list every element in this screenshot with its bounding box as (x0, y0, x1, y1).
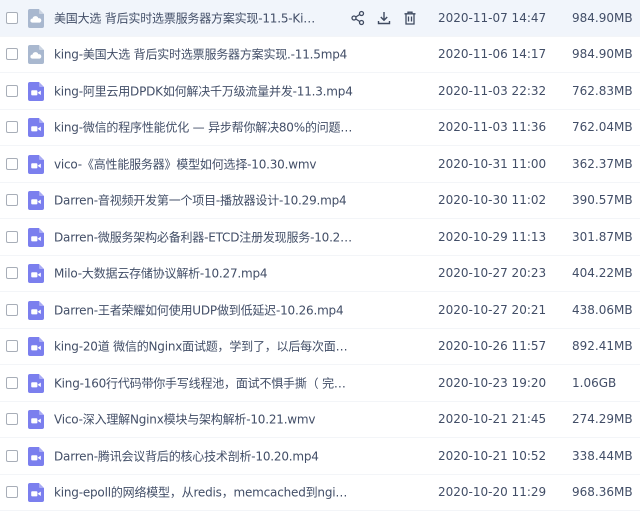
video-file-icon (28, 483, 44, 503)
row-checkbox[interactable] (6, 303, 18, 316)
row-checkbox[interactable] (6, 230, 18, 243)
file-name[interactable]: Milo-大数据云存储协议解析-10.27.mp4 (54, 265, 354, 282)
file-name[interactable]: king-阿里云用DPDK如何解决千万级流量并发-11.3.mp4 (54, 82, 354, 99)
row-checkbox[interactable] (6, 340, 18, 353)
file-name[interactable]: 美国大选 背后实时选票服务器方案实现-11.5-Kingm... (54, 9, 319, 26)
file-size: 390.57MB (572, 193, 633, 208)
file-row[interactable]: vico-《高性能服务器》模型如何选择-10.30.wmv 2020-10-31… (0, 146, 640, 183)
video-file-icon (28, 227, 44, 247)
file-date: 2020-11-06 14:17 (438, 47, 547, 62)
share-icon[interactable] (350, 10, 366, 26)
file-name[interactable]: king-微信的程序性能优化 — 异步帮你解决80%的问题-11.2.mp4 (54, 119, 354, 136)
file-date: 2020-10-27 20:21 (438, 302, 547, 317)
file-date: 2020-11-03 22:32 (438, 83, 547, 98)
file-size: 404.22MB (572, 266, 633, 281)
file-date: 2020-11-03 11:36 (438, 120, 547, 135)
file-name[interactable]: Darren-王者荣耀如何使用UDP做到低延迟-10.26.mp4 (54, 301, 354, 318)
file-row[interactable]: Vico-深入理解Nginx模块与架构解析-10.21.wmv 2020-10-… (0, 402, 640, 438)
file-date: 2020-10-26 11:57 (438, 339, 547, 354)
row-checkbox[interactable] (6, 121, 18, 134)
file-size: 1.06GB (572, 375, 617, 390)
video-file-icon (28, 373, 44, 393)
file-date: 2020-10-30 11:02 (438, 193, 547, 208)
file-name[interactable]: Darren-腾讯会议背后的核心技术剖析-10.20.mp4 (54, 447, 354, 464)
file-size: 762.04MB (572, 120, 633, 135)
file-row[interactable]: Milo-大数据云存储协议解析-10.27.mp4 2020-10-27 20:… (0, 256, 640, 292)
file-size: 762.83MB (572, 83, 633, 98)
file-date: 2020-10-20 11:29 (438, 485, 547, 500)
video-file-icon (28, 81, 44, 101)
file-row[interactable]: king-微信的程序性能优化 — 异步帮你解决80%的问题-11.2.mp4 2… (0, 110, 640, 146)
row-checkbox[interactable] (6, 376, 18, 389)
file-list: 美国大选 背后实时选票服务器方案实现-11.5-Kingm... 2020-11… (0, 0, 640, 511)
file-row[interactable]: king-epoll的网络模型，从redis，memcached到nginx-1… (0, 475, 640, 511)
video-file-icon (28, 410, 44, 430)
file-size: 362.37MB (572, 156, 633, 171)
row-checkbox[interactable] (6, 48, 18, 61)
file-row[interactable]: Darren-王者荣耀如何使用UDP做到低延迟-10.26.mp4 2020-1… (0, 292, 640, 329)
download-icon[interactable] (376, 10, 392, 26)
row-actions (350, 10, 418, 26)
file-size: 984.90MB (572, 47, 633, 62)
file-row[interactable]: King-160行代码带你手写线程池，面试不惧手撕（ 完整版）-10.22.mp… (0, 365, 640, 402)
file-date: 2020-10-21 10:52 (438, 448, 547, 463)
row-checkbox[interactable] (6, 413, 18, 426)
file-name[interactable]: Vico-深入理解Nginx模块与架构解析-10.21.wmv (54, 411, 354, 428)
video-file-icon (28, 154, 44, 174)
file-date: 2020-10-29 11:13 (438, 229, 547, 244)
file-name[interactable]: Darren-微服务架构必备利器-ETCD注册发现服务-10.29.mp4 (54, 228, 354, 245)
video-file-icon (28, 118, 44, 138)
file-size: 968.36MB (572, 485, 633, 500)
file-size: 892.41MB (572, 339, 633, 354)
cloud-file-icon (28, 8, 44, 28)
row-checkbox[interactable] (6, 486, 18, 499)
file-size: 301.87MB (572, 229, 633, 244)
file-row[interactable]: 美国大选 背后实时选票服务器方案实现-11.5-Kingm... 2020-11… (0, 0, 640, 37)
file-size: 338.44MB (572, 448, 633, 463)
video-file-icon (28, 300, 44, 320)
file-name[interactable]: king-20道 微信的Nginx面试题，学到了，以后每次面试都聊-10.24.… (54, 338, 354, 355)
file-name[interactable]: Darren-音视频开发第一个项目-播放器设计-10.29.mp4 (54, 192, 354, 209)
row-checkbox[interactable] (6, 157, 18, 170)
file-date: 2020-10-23 19:20 (438, 375, 547, 390)
video-file-icon (28, 191, 44, 211)
video-file-icon (28, 264, 44, 284)
file-name[interactable]: King-160行代码带你手写线程池，面试不惧手撕（ 完整版）-10.22.mp… (54, 374, 354, 391)
row-checkbox[interactable] (6, 194, 18, 207)
file-name[interactable]: king-epoll的网络模型，从redis，memcached到nginx-1… (54, 484, 354, 501)
row-checkbox[interactable] (6, 11, 18, 24)
file-date: 2020-10-27 20:23 (438, 266, 547, 281)
file-row[interactable]: Darren-音视频开发第一个项目-播放器设计-10.29.mp4 2020-1… (0, 183, 640, 219)
row-checkbox[interactable] (6, 449, 18, 462)
file-row[interactable]: king-阿里云用DPDK如何解决千万级流量并发-11.3.mp4 2020-1… (0, 73, 640, 110)
file-date: 2020-10-21 21:45 (438, 412, 547, 427)
file-date: 2020-10-31 11:00 (438, 156, 547, 171)
file-size: 274.29MB (572, 412, 633, 427)
file-size: 438.06MB (572, 302, 633, 317)
cloud-file-icon (28, 45, 44, 65)
file-size: 984.90MB (572, 10, 633, 25)
file-row[interactable]: king-美国大选 背后实时选票服务器方案实现.-11.5mp4 2020-11… (0, 37, 640, 73)
video-file-icon (28, 446, 44, 466)
row-checkbox[interactable] (6, 84, 18, 97)
file-row[interactable]: Darren-微服务架构必备利器-ETCD注册发现服务-10.29.mp4 20… (0, 219, 640, 256)
video-file-icon (28, 337, 44, 357)
file-date: 2020-11-07 14:47 (438, 10, 547, 25)
file-row[interactable]: Darren-腾讯会议背后的核心技术剖析-10.20.mp4 2020-10-2… (0, 438, 640, 475)
file-name[interactable]: king-美国大选 背后实时选票服务器方案实现.-11.5mp4 (54, 46, 354, 63)
file-row[interactable]: king-20道 微信的Nginx面试题，学到了，以后每次面试都聊-10.24.… (0, 329, 640, 365)
file-name[interactable]: vico-《高性能服务器》模型如何选择-10.30.wmv (54, 155, 354, 172)
row-checkbox[interactable] (6, 267, 18, 280)
delete-icon[interactable] (402, 10, 418, 26)
